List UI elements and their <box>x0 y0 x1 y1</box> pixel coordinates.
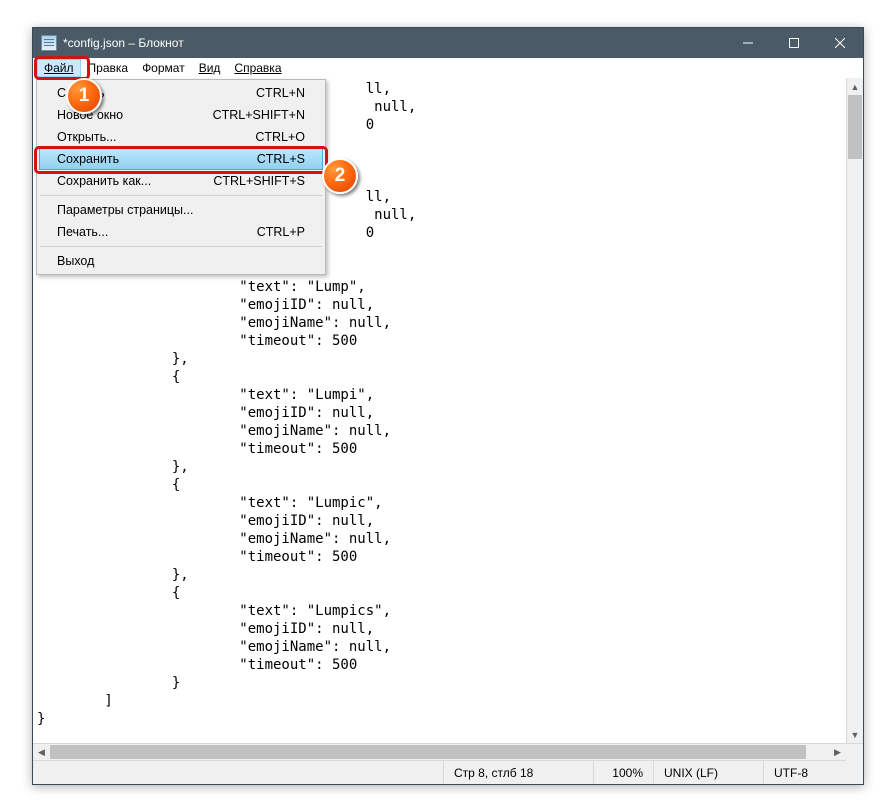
window-title: *config.json – Блокнот <box>63 36 184 50</box>
menu-separator <box>40 195 322 196</box>
titlebar[interactable]: *config.json – Блокнот <box>33 28 863 58</box>
menu-item-page-setup[interactable]: Параметры страницы... <box>39 199 323 221</box>
menu-edit[interactable]: Правка <box>81 59 136 77</box>
minimize-button[interactable] <box>725 28 771 58</box>
menu-separator <box>40 246 322 247</box>
callout-badge-2: 2 <box>322 158 358 194</box>
menu-item-open[interactable]: Открыть... CTRL+O <box>39 126 323 148</box>
menu-view[interactable]: Вид <box>192 59 228 77</box>
notepad-icon <box>41 35 57 51</box>
status-position: Стр 8, стлб 18 <box>443 761 593 784</box>
menu-file[interactable]: Файл <box>37 59 81 77</box>
menu-format[interactable]: Формат <box>135 59 192 77</box>
statusbar: Стр 8, стлб 18 100% UNIX (LF) UTF-8 <box>33 760 863 784</box>
horizontal-scrollbar[interactable]: ◀ ▶ <box>33 743 863 760</box>
callout-badge-1: 1 <box>66 78 102 114</box>
menu-item-save-as[interactable]: Сохранить как... CTRL+SHIFT+S <box>39 170 323 192</box>
scroll-corner <box>846 744 863 761</box>
status-encoding: UTF-8 <box>763 761 863 784</box>
vertical-scrollbar[interactable]: ▲ ▼ <box>846 78 863 743</box>
menu-item-print[interactable]: Печать... CTRL+P <box>39 221 323 243</box>
menubar: Файл Правка Формат Вид Справка <box>33 58 863 78</box>
menu-item-exit[interactable]: Выход <box>39 250 323 272</box>
status-eol: UNIX (LF) <box>653 761 763 784</box>
scroll-down-icon[interactable]: ▼ <box>847 726 863 743</box>
scroll-left-icon[interactable]: ◀ <box>33 744 50 761</box>
scroll-up-icon[interactable]: ▲ <box>847 78 863 95</box>
maximize-button[interactable] <box>771 28 817 58</box>
status-zoom: 100% <box>593 761 653 784</box>
menu-help[interactable]: Справка <box>227 59 288 77</box>
scroll-right-icon[interactable]: ▶ <box>829 744 846 761</box>
scroll-thumb[interactable] <box>848 95 862 159</box>
h-scroll-thumb[interactable] <box>50 745 806 759</box>
menu-item-save[interactable]: Сохранить CTRL+S <box>39 148 323 170</box>
close-button[interactable] <box>817 28 863 58</box>
